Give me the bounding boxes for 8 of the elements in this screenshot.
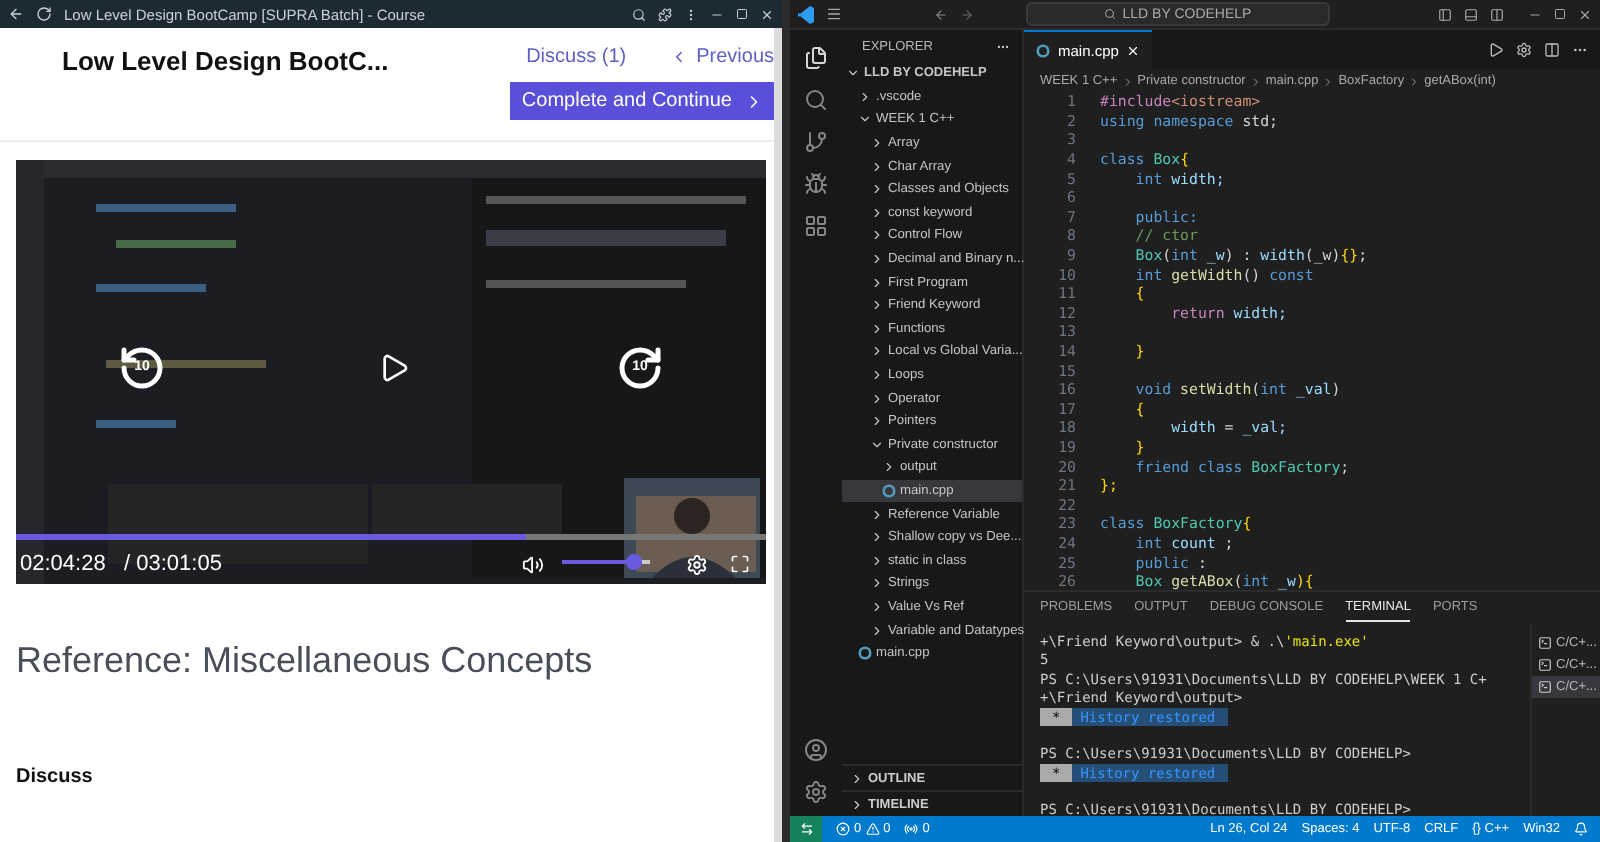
discuss-link[interactable]: Discuss (1) bbox=[526, 46, 627, 68]
complete-and-continue-button[interactable]: Complete and Continue bbox=[509, 82, 774, 120]
previous-link[interactable]: Previous bbox=[670, 46, 774, 68]
discuss-heading: Discuss bbox=[16, 766, 95, 788]
course-title: Low Level Design BootC... bbox=[62, 46, 391, 80]
total-duration: / 03:01:05 bbox=[124, 552, 222, 576]
lesson-title: Reference: Miscellaneous Concepts bbox=[16, 640, 595, 682]
elapsed-time: 02:04:28 bbox=[20, 552, 106, 576]
